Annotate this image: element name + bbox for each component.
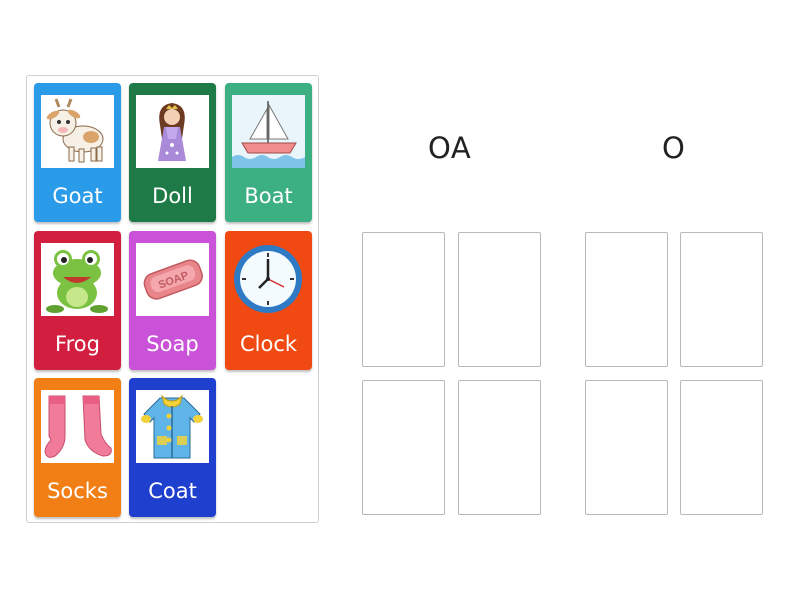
card-soap[interactable]: SOAP Soap: [129, 231, 216, 370]
card-frog[interactable]: Frog: [34, 231, 121, 370]
card-label: Socks: [47, 479, 108, 503]
card-clock[interactable]: Clock: [225, 231, 312, 370]
drop-slot-oa-2[interactable]: [458, 232, 541, 367]
group-heading-o: O: [662, 131, 686, 165]
card-goat[interactable]: Goat: [34, 83, 121, 222]
drop-slot-o-2[interactable]: [680, 232, 763, 367]
card-label: Frog: [55, 332, 100, 356]
card-label: Coat: [148, 479, 197, 503]
card-doll[interactable]: Doll: [129, 83, 216, 222]
doll-icon: [136, 95, 209, 168]
card-label: Soap: [146, 332, 199, 356]
drop-slot-oa-3[interactable]: [362, 380, 445, 515]
clock-icon: [232, 243, 305, 316]
group-heading-oa: OA: [428, 131, 472, 165]
card-coat[interactable]: Coat: [129, 378, 216, 517]
boat-icon: [232, 95, 305, 168]
goat-icon: [41, 95, 114, 168]
card-label: Doll: [152, 184, 193, 208]
drop-slot-oa-4[interactable]: [458, 380, 541, 515]
drop-slot-oa-1[interactable]: [362, 232, 445, 367]
drop-slot-o-4[interactable]: [680, 380, 763, 515]
coat-icon: [136, 390, 209, 463]
soap-icon: SOAP: [136, 243, 209, 316]
card-label: Clock: [239, 332, 298, 356]
frog-icon: [41, 243, 114, 316]
drop-slot-o-3[interactable]: [585, 380, 668, 515]
socks-icon: [41, 390, 114, 463]
card-boat[interactable]: Boat: [225, 83, 312, 222]
drop-slot-o-1[interactable]: [585, 232, 668, 367]
card-socks[interactable]: Socks: [34, 378, 121, 517]
card-label: Boat: [244, 184, 293, 208]
card-label: Goat: [52, 184, 103, 208]
